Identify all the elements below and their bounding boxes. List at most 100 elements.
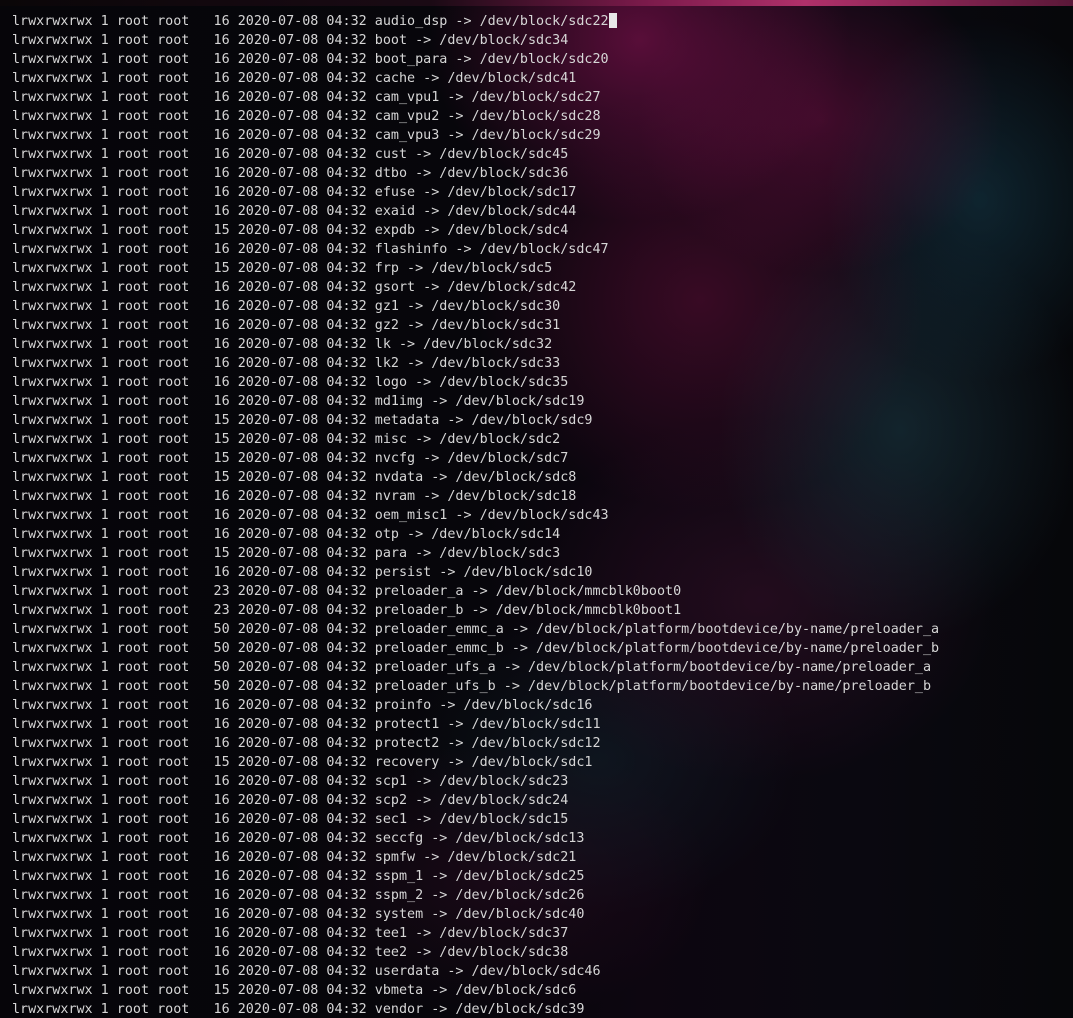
terminal-line: lrwxrwxrwx 1 root root 15 2020-07-08 04:… — [12, 468, 939, 487]
terminal-line-text: lrwxrwxrwx 1 root root 50 2020-07-08 04:… — [12, 660, 932, 675]
terminal-line-text: lrwxrwxrwx 1 root root 16 2020-07-08 04:… — [12, 71, 577, 86]
terminal-line-text: lrwxrwxrwx 1 root root 15 2020-07-08 04:… — [12, 223, 569, 238]
terminal-line-text: lrwxrwxrwx 1 root root 16 2020-07-08 04:… — [12, 14, 609, 29]
terminal-line-text: lrwxrwxrwx 1 root root 15 2020-07-08 04:… — [12, 470, 577, 485]
terminal-line-text: lrwxrwxrwx 1 root root 16 2020-07-08 04:… — [12, 717, 601, 732]
terminal-line: lrwxrwxrwx 1 root root 23 2020-07-08 04:… — [12, 582, 939, 601]
terminal-line: lrwxrwxrwx 1 root root 16 2020-07-08 04:… — [12, 373, 939, 392]
terminal-line-text: lrwxrwxrwx 1 root root 16 2020-07-08 04:… — [12, 1002, 585, 1017]
terminal-line-text: lrwxrwxrwx 1 root root 16 2020-07-08 04:… — [12, 242, 609, 257]
terminal-line-text: lrwxrwxrwx 1 root root 16 2020-07-08 04:… — [12, 888, 585, 903]
terminal-line: lrwxrwxrwx 1 root root 15 2020-07-08 04:… — [12, 981, 939, 1000]
terminal-line: lrwxrwxrwx 1 root root 15 2020-07-08 04:… — [12, 753, 939, 772]
terminal-line-text: lrwxrwxrwx 1 root root 16 2020-07-08 04:… — [12, 33, 569, 48]
terminal-line-text: lrwxrwxrwx 1 root root 16 2020-07-08 04:… — [12, 109, 601, 124]
terminal-line: lrwxrwxrwx 1 root root 16 2020-07-08 04:… — [12, 487, 939, 506]
terminal-line: lrwxrwxrwx 1 root root 16 2020-07-08 04:… — [12, 202, 939, 221]
terminal-output: lrwxrwxrwx 1 root root 16 2020-07-08 04:… — [12, 12, 939, 1018]
terminal-line-text: lrwxrwxrwx 1 root root 23 2020-07-08 04:… — [12, 584, 682, 599]
terminal-line-text: lrwxrwxrwx 1 root root 16 2020-07-08 04:… — [12, 185, 577, 200]
terminal-line-text: lrwxrwxrwx 1 root root 15 2020-07-08 04:… — [12, 413, 593, 428]
terminal-line-text: lrwxrwxrwx 1 root root 16 2020-07-08 04:… — [12, 128, 601, 143]
terminal-line: lrwxrwxrwx 1 root root 23 2020-07-08 04:… — [12, 601, 939, 620]
terminal-line-text: lrwxrwxrwx 1 root root 16 2020-07-08 04:… — [12, 698, 593, 713]
terminal-line: lrwxrwxrwx 1 root root 16 2020-07-08 04:… — [12, 335, 939, 354]
terminal-line-text: lrwxrwxrwx 1 root root 50 2020-07-08 04:… — [12, 622, 940, 637]
terminal-line-text: lrwxrwxrwx 1 root root 50 2020-07-08 04:… — [12, 641, 940, 656]
terminal-line-text: lrwxrwxrwx 1 root root 15 2020-07-08 04:… — [12, 546, 561, 561]
terminal-line-text: lrwxrwxrwx 1 root root 16 2020-07-08 04:… — [12, 52, 609, 67]
window-top-edge — [0, 0, 1073, 6]
terminal-line-text: lrwxrwxrwx 1 root root 16 2020-07-08 04:… — [12, 204, 577, 219]
terminal-line-text: lrwxrwxrwx 1 root root 16 2020-07-08 04:… — [12, 736, 601, 751]
terminal-line-text: lrwxrwxrwx 1 root root 23 2020-07-08 04:… — [12, 603, 682, 618]
terminal-line: lrwxrwxrwx 1 root root 16 2020-07-08 04:… — [12, 88, 939, 107]
terminal-line-text: lrwxrwxrwx 1 root root 16 2020-07-08 04:… — [12, 90, 601, 105]
terminal-line-text: lrwxrwxrwx 1 root root 16 2020-07-08 04:… — [12, 945, 569, 960]
terminal-line-text: lrwxrwxrwx 1 root root 16 2020-07-08 04:… — [12, 147, 569, 162]
text-cursor — [608, 13, 617, 28]
terminal-line-text: lrwxrwxrwx 1 root root 16 2020-07-08 04:… — [12, 337, 553, 352]
terminal-line: lrwxrwxrwx 1 root root 16 2020-07-08 04:… — [12, 962, 939, 981]
terminal-line-text: lrwxrwxrwx 1 root root 15 2020-07-08 04:… — [12, 451, 569, 466]
terminal-line-text: lrwxrwxrwx 1 root root 16 2020-07-08 04:… — [12, 318, 561, 333]
terminal-line-text: lrwxrwxrwx 1 root root 16 2020-07-08 04:… — [12, 793, 569, 808]
terminal-line: lrwxrwxrwx 1 root root 16 2020-07-08 04:… — [12, 886, 939, 905]
terminal-line: lrwxrwxrwx 1 root root 16 2020-07-08 04:… — [12, 848, 939, 867]
terminal-line: lrwxrwxrwx 1 root root 16 2020-07-08 04:… — [12, 696, 939, 715]
terminal-line-text: lrwxrwxrwx 1 root root 16 2020-07-08 04:… — [12, 356, 561, 371]
terminal-line: lrwxrwxrwx 1 root root 15 2020-07-08 04:… — [12, 221, 939, 240]
terminal-line-text: lrwxrwxrwx 1 root root 16 2020-07-08 04:… — [12, 926, 569, 941]
terminal-line-text: lrwxrwxrwx 1 root root 16 2020-07-08 04:… — [12, 869, 585, 884]
terminal-line: lrwxrwxrwx 1 root root 16 2020-07-08 04:… — [12, 297, 939, 316]
terminal-line-text: lrwxrwxrwx 1 root root 15 2020-07-08 04:… — [12, 432, 561, 447]
terminal-line-text: lrwxrwxrwx 1 root root 16 2020-07-08 04:… — [12, 812, 569, 827]
terminal-line: lrwxrwxrwx 1 root root 16 2020-07-08 04:… — [12, 69, 939, 88]
terminal-line-text: lrwxrwxrwx 1 root root 16 2020-07-08 04:… — [12, 774, 569, 789]
terminal-line: lrwxrwxrwx 1 root root 16 2020-07-08 04:… — [12, 943, 939, 962]
terminal-line-text: lrwxrwxrwx 1 root root 16 2020-07-08 04:… — [12, 508, 609, 523]
terminal-line: lrwxrwxrwx 1 root root 16 2020-07-08 04:… — [12, 183, 939, 202]
terminal-line-text: lrwxrwxrwx 1 root root 16 2020-07-08 04:… — [12, 375, 569, 390]
terminal-line: lrwxrwxrwx 1 root root 50 2020-07-08 04:… — [12, 620, 939, 639]
terminal-line: lrwxrwxrwx 1 root root 15 2020-07-08 04:… — [12, 259, 939, 278]
terminal-line: lrwxrwxrwx 1 root root 16 2020-07-08 04:… — [12, 1000, 939, 1018]
terminal-line-text: lrwxrwxrwx 1 root root 15 2020-07-08 04:… — [12, 983, 577, 998]
terminal-line-text: lrwxrwxrwx 1 root root 16 2020-07-08 04:… — [12, 565, 593, 580]
terminal-line: lrwxrwxrwx 1 root root 16 2020-07-08 04:… — [12, 829, 939, 848]
terminal-line: lrwxrwxrwx 1 root root 16 2020-07-08 04:… — [12, 240, 939, 259]
terminal-line-text: lrwxrwxrwx 1 root root 16 2020-07-08 04:… — [12, 964, 601, 979]
terminal-line: lrwxrwxrwx 1 root root 16 2020-07-08 04:… — [12, 810, 939, 829]
terminal-line-text: lrwxrwxrwx 1 root root 16 2020-07-08 04:… — [12, 280, 577, 295]
terminal-line-text: lrwxrwxrwx 1 root root 50 2020-07-08 04:… — [12, 679, 932, 694]
terminal-line: lrwxrwxrwx 1 root root 50 2020-07-08 04:… — [12, 658, 939, 677]
terminal-line: lrwxrwxrwx 1 root root 16 2020-07-08 04:… — [12, 164, 939, 183]
terminal-line-text: lrwxrwxrwx 1 root root 15 2020-07-08 04:… — [12, 755, 593, 770]
terminal-line-text: lrwxrwxrwx 1 root root 16 2020-07-08 04:… — [12, 907, 585, 922]
terminal-line-text: lrwxrwxrwx 1 root root 16 2020-07-08 04:… — [12, 527, 561, 542]
terminal-line: lrwxrwxrwx 1 root root 16 2020-07-08 04:… — [12, 563, 939, 582]
terminal-line: lrwxrwxrwx 1 root root 16 2020-07-08 04:… — [12, 924, 939, 943]
terminal-line: lrwxrwxrwx 1 root root 16 2020-07-08 04:… — [12, 506, 939, 525]
terminal-line: lrwxrwxrwx 1 root root 16 2020-07-08 04:… — [12, 50, 939, 69]
terminal-line: lrwxrwxrwx 1 root root 16 2020-07-08 04:… — [12, 126, 939, 145]
terminal-line: lrwxrwxrwx 1 root root 16 2020-07-08 04:… — [12, 867, 939, 886]
terminal-line-text: lrwxrwxrwx 1 root root 16 2020-07-08 04:… — [12, 850, 577, 865]
terminal-line: lrwxrwxrwx 1 root root 16 2020-07-08 04:… — [12, 905, 939, 924]
terminal-line: lrwxrwxrwx 1 root root 15 2020-07-08 04:… — [12, 430, 939, 449]
terminal-line: lrwxrwxrwx 1 root root 16 2020-07-08 04:… — [12, 715, 939, 734]
terminal-line: lrwxrwxrwx 1 root root 16 2020-07-08 04:… — [12, 31, 939, 50]
terminal-line: lrwxrwxrwx 1 root root 16 2020-07-08 04:… — [12, 107, 939, 126]
terminal-window[interactable]: lrwxrwxrwx 1 root root 16 2020-07-08 04:… — [0, 0, 1073, 1018]
terminal-line: lrwxrwxrwx 1 root root 16 2020-07-08 04:… — [12, 12, 939, 31]
terminal-line-text: lrwxrwxrwx 1 root root 16 2020-07-08 04:… — [12, 489, 577, 504]
terminal-line: lrwxrwxrwx 1 root root 16 2020-07-08 04:… — [12, 772, 939, 791]
terminal-line: lrwxrwxrwx 1 root root 16 2020-07-08 04:… — [12, 734, 939, 753]
terminal-line-text: lrwxrwxrwx 1 root root 16 2020-07-08 04:… — [12, 394, 585, 409]
terminal-line-text: lrwxrwxrwx 1 root root 15 2020-07-08 04:… — [12, 261, 553, 276]
terminal-line-text: lrwxrwxrwx 1 root root 16 2020-07-08 04:… — [12, 166, 569, 181]
terminal-line: lrwxrwxrwx 1 root root 15 2020-07-08 04:… — [12, 544, 939, 563]
terminal-line: lrwxrwxrwx 1 root root 16 2020-07-08 04:… — [12, 525, 939, 544]
terminal-line-text: lrwxrwxrwx 1 root root 16 2020-07-08 04:… — [12, 831, 585, 846]
terminal-line-text: lrwxrwxrwx 1 root root 16 2020-07-08 04:… — [12, 299, 561, 314]
